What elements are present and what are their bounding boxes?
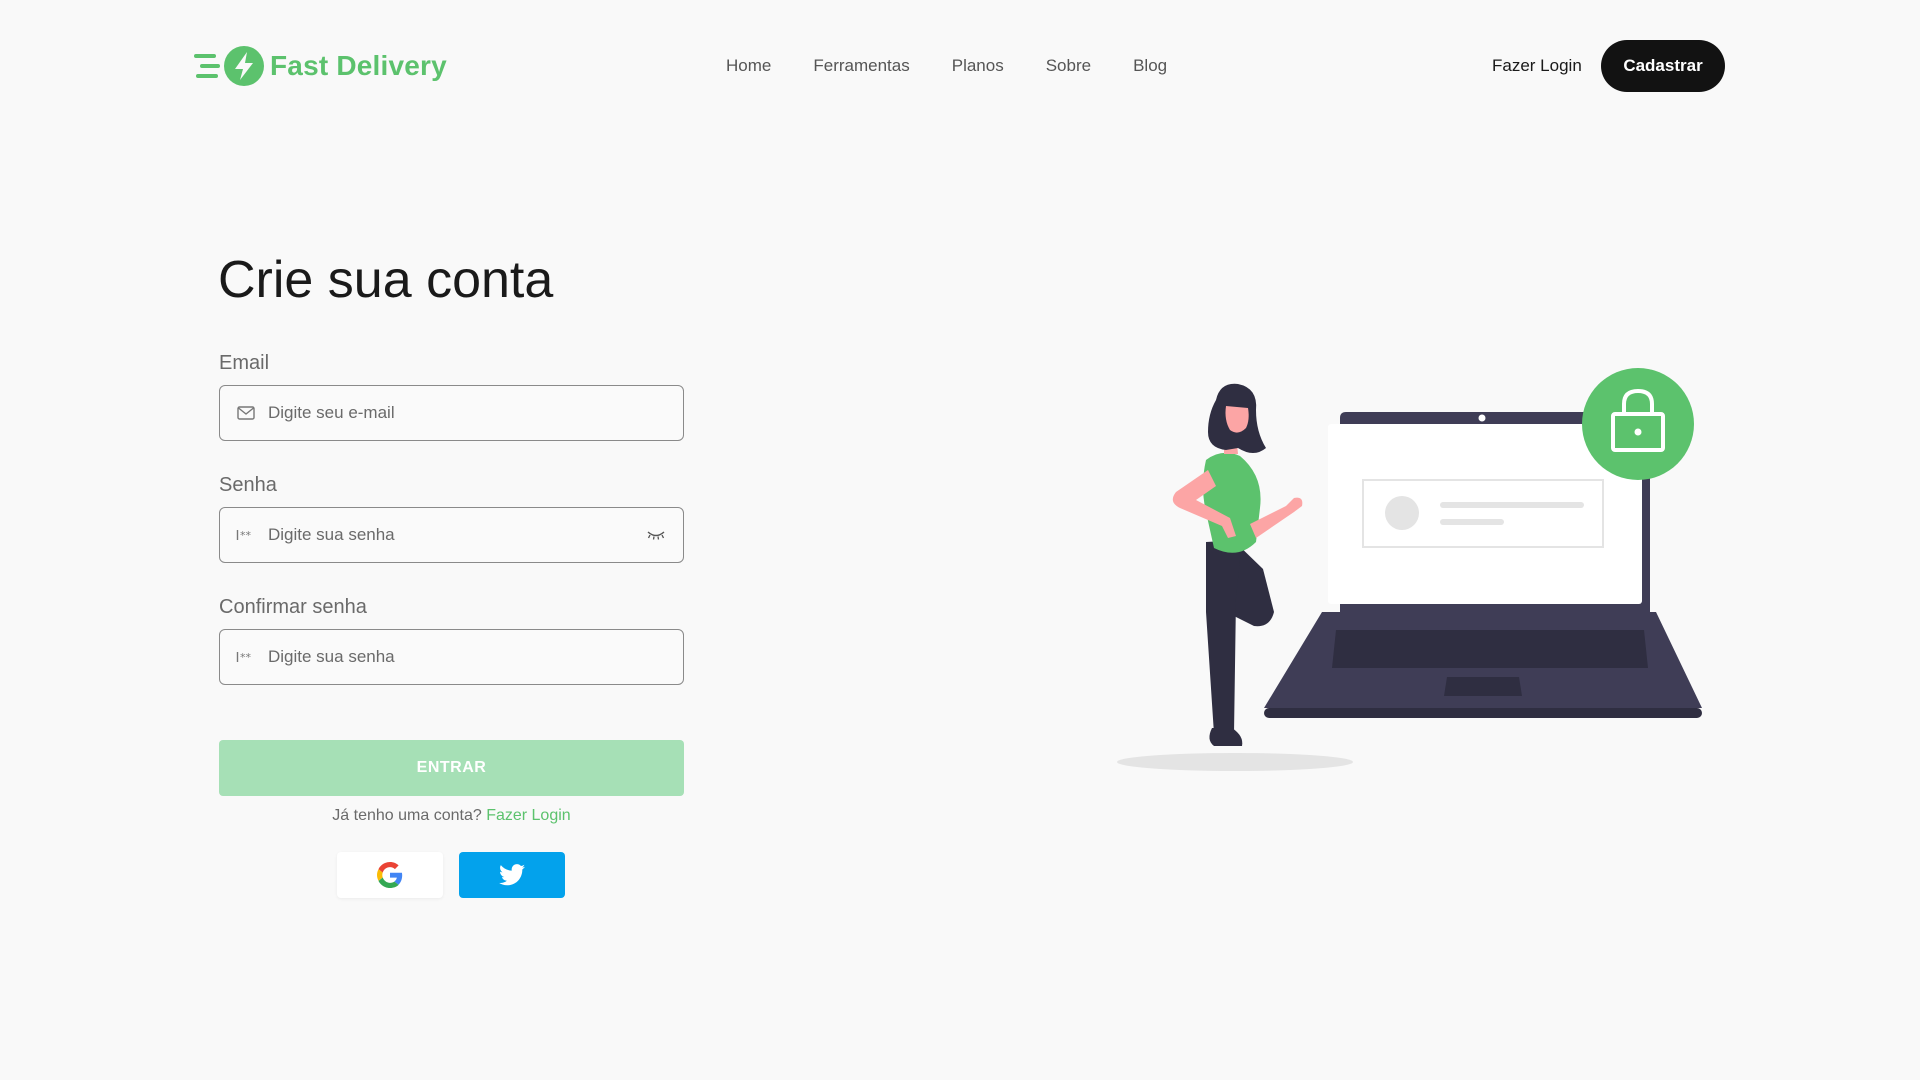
nav-planos[interactable]: Planos — [952, 52, 1004, 80]
password-label: Senha — [219, 474, 277, 496]
twitter-login-button[interactable] — [459, 852, 565, 898]
svg-text:**: ** — [240, 651, 252, 663]
password-input[interactable] — [268, 508, 645, 562]
login-link-form[interactable]: Fazer Login — [486, 807, 571, 824]
eye-closed-icon[interactable] — [645, 525, 667, 545]
nav-blog[interactable]: Blog — [1133, 52, 1167, 80]
page-title: Crie sua conta — [218, 251, 554, 309]
nav-home[interactable]: Home — [726, 52, 771, 80]
nav-ferramentas[interactable]: Ferramentas — [813, 52, 909, 80]
site-header: Fast Delivery Home Ferramentas Planos So… — [0, 0, 1920, 134]
brand-logo[interactable]: Fast Delivery — [194, 44, 447, 88]
have-account-text: Já tenho uma conta? Fazer Login — [219, 804, 684, 828]
email-field[interactable] — [219, 385, 684, 441]
submit-button[interactable]: ENTRAR — [219, 740, 684, 796]
mail-icon — [236, 403, 256, 423]
lightning-delivery-icon — [194, 46, 264, 86]
email-label: Email — [219, 352, 270, 374]
have-account-prompt: Já tenho uma conta? — [332, 807, 482, 824]
brand-name: Fast Delivery — [270, 50, 447, 81]
floor-shadow — [1117, 753, 1353, 771]
confirm-password-input[interactable] — [268, 630, 683, 684]
nav-sobre[interactable]: Sobre — [1046, 52, 1091, 80]
login-link[interactable]: Fazer Login — [1492, 52, 1582, 80]
password-icon: ** — [236, 525, 256, 545]
screen-login-card — [1362, 479, 1604, 548]
password-icon: ** — [236, 647, 256, 667]
confirm-password-label: Confirmar senha — [219, 596, 367, 618]
main-nav: Home Ferramentas Planos Sobre Blog — [726, 52, 1167, 80]
confirm-password-field[interactable]: ** — [219, 629, 684, 685]
svg-text:**: ** — [240, 529, 252, 541]
signup-illustration — [1117, 368, 1702, 771]
signup-button[interactable]: Cadastrar — [1601, 40, 1725, 92]
twitter-icon — [499, 864, 525, 886]
email-input[interactable] — [268, 386, 683, 440]
google-login-button[interactable] — [337, 852, 443, 898]
lock-icon — [1582, 368, 1694, 480]
google-icon — [377, 862, 403, 888]
password-field[interactable]: ** — [219, 507, 684, 563]
